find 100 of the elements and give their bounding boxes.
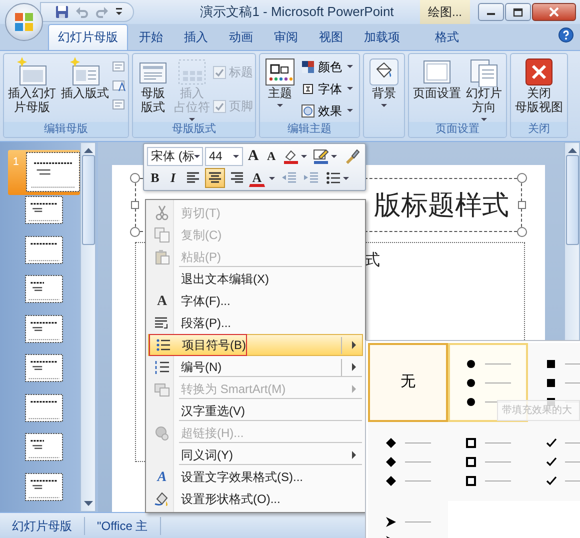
menu-item-label: 转换为 SmartArt(M) [180,381,286,398]
menu-item-label: 字体(F)... [180,293,230,310]
highlighter-icon [282,148,299,164]
menu-item[interactable]: 段落(P)... [148,312,363,334]
slide-thumbnail[interactable] [25,236,63,264]
ribbon-button[interactable]: 颜色 [299,56,357,77]
resize-handle[interactable] [130,173,140,183]
checkbox-label: 页脚 [229,98,253,115]
menu-item[interactable]: A 字体(F)... [148,290,363,312]
bullet-list-icon [155,337,171,353]
ribbon-tab[interactable]: 插入 [174,24,218,50]
maximize-button[interactable] [505,3,531,21]
menu-item[interactable]: 项目符号(B) [148,334,363,356]
menu-item[interactable]: 设置形状格式(O)... [148,488,363,510]
ribbon-button[interactable]: 主题 [262,56,298,111]
ribbon-button[interactable]: 关闭 母版视图 [513,56,565,116]
slide-thumbnail[interactable] [25,275,63,304]
ribbon-button[interactable]: 效果 [299,100,357,121]
slide-thumbnail[interactable] [25,433,63,462]
checkbox-label: 标题 [229,64,253,81]
menu-item-label: 超链接(H)... [180,425,244,442]
menu-item[interactable]: 退出文本编辑(X) [148,268,363,290]
font-box-icon [301,82,315,96]
theme-icon [264,57,296,87]
slide-thumbnail[interactable] [25,394,63,422]
caret-icon [381,104,387,107]
resize-handle[interactable] [131,201,139,209]
toolbar-button[interactable] [205,168,225,188]
toolbar-button[interactable]: A [263,146,280,166]
font-icon: A [157,466,167,488]
paint-bucket-icon [154,491,170,507]
ribbon-button[interactable]: 背景 [366,56,402,111]
slide-thumbnail[interactable] [25,354,63,382]
resize-handle[interactable] [517,227,527,237]
up-arrow-icon[interactable] [568,147,576,153]
scrollbar-thumb[interactable] [82,155,94,245]
resize-handle[interactable] [130,227,140,237]
ribbon-button[interactable]: 母版 版式 [135,56,171,116]
toolbar-button[interactable]: I [165,168,181,188]
color-swatch-icon [301,60,315,74]
ribbon-tab[interactable]: 动画 [219,24,263,50]
menu-item-label: 同义词(Y) [180,447,233,464]
up-arrow-icon[interactable] [84,147,92,153]
font-size-field[interactable]: 44 [205,146,244,166]
slide-thumbnail[interactable] [25,196,63,224]
ribbon-tab[interactable]: 加载项 [354,24,410,50]
close-button[interactable] [532,3,576,21]
submenu-arrow-icon [352,341,356,349]
group-label: 页面设置 [409,122,506,137]
down-arrow-icon[interactable] [84,501,92,507]
copy-icon [154,227,170,243]
window-title: 演示文稿1 - Microsoft PowerPoint [199,3,395,22]
slide-thumbnail[interactable] [26,152,80,192]
help-icon[interactable] [558,27,574,43]
toolbar-button[interactable]: A [249,169,265,187]
save-icon[interactable] [55,5,69,19]
ribbon-button[interactable]: 页面设置 [411,56,463,102]
status-text: 幻灯片母版 [0,516,85,534]
font-name-field[interactable]: 宋体 (标 [147,146,203,166]
check-icon [215,68,224,76]
paragraph-icon [154,315,170,331]
logo-icon [13,11,35,33]
menu-item[interactable]: A 设置文字效果格式(S)... [148,466,363,488]
text-icon[interactable] [112,79,126,93]
resize-handle[interactable] [518,201,526,209]
font-icon: A [156,290,168,312]
ribbon-tab[interactable]: 格式 [425,24,469,50]
toolbar-button[interactable]: B [147,168,163,188]
slide-master-icon [16,57,48,87]
scissors-icon [154,205,170,221]
minimize-button[interactable] [478,3,504,21]
ribbon-button[interactable]: 插入幻灯 片母版 [6,56,58,116]
scrollbar[interactable] [80,142,96,512]
slide-title: 版标题样式 [374,192,509,218]
resize-handle[interactable] [517,173,527,183]
close-icon [549,7,559,17]
caret-icon [331,154,338,158]
group-label: 关闭 [511,122,567,137]
slide-thumbnail[interactable] [25,314,63,343]
customize-icon[interactable] [115,7,123,17]
globe-icon [154,425,170,441]
slide-thumbnail[interactable] [25,472,63,501]
ribbon-button[interactable]: 插入版式 [59,56,111,102]
toolbar-button[interactable]: A [245,146,262,166]
ribbon-button[interactable]: 字体 [299,78,357,99]
ribbon-tab[interactable]: 幻灯片母版 [48,24,128,50]
maximize-icon [513,8,523,16]
group-label: 母版版式 [133,122,255,137]
ribbon-tab[interactable]: 开始 [129,24,173,50]
ribbon-tab[interactable]: 视图 [309,24,353,50]
scrollbar-thumb[interactable] [566,155,578,245]
caret-icon [347,87,353,90]
ribbon-tab[interactable]: 审阅 [264,24,308,50]
group-label: 编辑主题 [260,122,359,137]
pen-icon [313,148,330,164]
menu-item-label: 剪切(T) [180,205,220,222]
bullet-option[interactable]: 无 [368,343,448,422]
menu-item-label: 粘贴(P) [180,249,221,266]
office-button[interactable] [5,3,43,41]
submenu-arrow-icon [352,363,356,371]
